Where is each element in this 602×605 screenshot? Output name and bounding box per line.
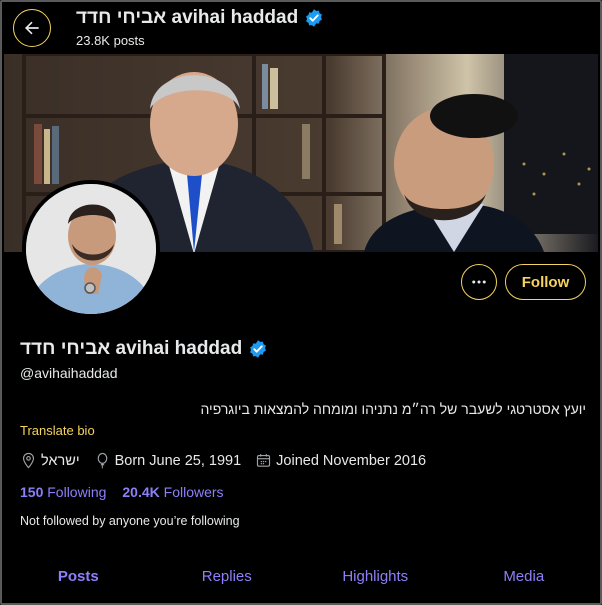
balloon-icon	[97, 452, 107, 469]
location-text: ישראל	[41, 452, 80, 469]
followers-label: Followers	[163, 484, 224, 500]
profile-handle: @avihaihaddad	[20, 365, 118, 381]
tab-highlights[interactable]: Highlights	[301, 553, 450, 599]
arrow-left-icon	[25, 21, 39, 35]
header-title: אביחי חדד avihai haddad	[76, 7, 324, 29]
ellipsis-icon	[472, 280, 486, 284]
profile-meta: ישראל Born June 25, 1991 Joined November…	[20, 452, 440, 469]
tab-replies[interactable]: Replies	[153, 553, 302, 599]
avatar-photo	[26, 184, 156, 314]
profile-avatar[interactable]	[22, 180, 160, 318]
location-pin-icon	[22, 452, 35, 469]
profile-name-row: אביחי חדד avihai haddad	[20, 338, 268, 360]
not-followed-note: Not followed by anyone you’re following	[20, 514, 240, 528]
followers-link[interactable]: 20.4K Followers	[122, 484, 223, 500]
follow-button[interactable]: Follow	[505, 264, 586, 300]
location-item: ישראל	[20, 452, 80, 469]
profile-tabs: Posts Replies Highlights Media	[4, 553, 598, 599]
birthday-text: Born June 25, 1991	[114, 452, 242, 469]
following-label: Following	[47, 484, 107, 500]
birthday-item: Born June 25, 1991	[94, 452, 242, 469]
header-display-name: אביחי חדד avihai haddad	[76, 7, 299, 28]
calendar-icon	[257, 454, 271, 467]
verified-badge-icon	[306, 9, 323, 27]
joined-text: Joined November 2016	[276, 452, 427, 469]
follow-stats: 150 Following 20.4K Followers	[20, 484, 224, 500]
tab-media[interactable]: Media	[450, 553, 599, 599]
profile-bio: יועץ אסטרטגי לשעבר של רה״מ נתניהו ומומחה…	[200, 401, 586, 417]
following-link[interactable]: 150 Following	[20, 484, 106, 500]
more-options-button[interactable]	[461, 264, 497, 300]
following-count: 150	[20, 484, 44, 500]
profile-display-name: אביחי חדד avihai haddad	[20, 338, 243, 359]
followers-count: 20.4K	[122, 484, 160, 500]
profile-header-bar: אביחי חדד avihai haddad 23.8K posts	[4, 4, 598, 54]
posts-count: 23.8K posts	[76, 33, 145, 48]
verified-badge-icon[interactable]	[248, 339, 268, 359]
joined-item: Joined November 2016	[255, 452, 426, 469]
tab-posts[interactable]: Posts	[4, 553, 153, 599]
translate-bio-link[interactable]: Translate bio	[20, 423, 95, 438]
back-button[interactable]	[13, 9, 51, 47]
